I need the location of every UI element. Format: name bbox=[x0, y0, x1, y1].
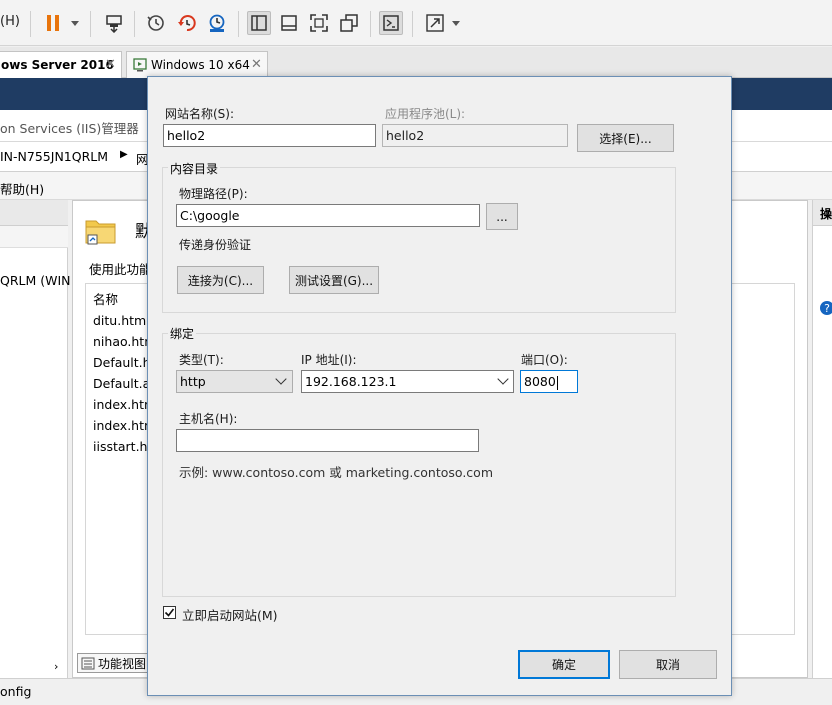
tab-label: ows Server 2016 bbox=[1, 58, 114, 72]
status-text: onfig bbox=[0, 684, 32, 699]
binding-title: 绑定 bbox=[168, 325, 197, 342]
snapshot-icon[interactable] bbox=[145, 12, 167, 34]
connections-toolbar bbox=[0, 226, 68, 248]
folder-icon bbox=[85, 215, 117, 248]
scroll-right-icon[interactable]: › bbox=[54, 660, 58, 673]
toolbar-separator bbox=[134, 11, 135, 37]
chevron-down-icon bbox=[275, 373, 287, 385]
actions-header: 操 bbox=[813, 200, 832, 226]
connect-as-button[interactable]: 连接为(C)... bbox=[177, 266, 264, 294]
full-screen-icon[interactable] bbox=[308, 12, 330, 34]
type-select[interactable]: http bbox=[176, 370, 293, 393]
tab-features-view[interactable]: 功能视图 bbox=[77, 653, 149, 673]
help-icon[interactable]: ? bbox=[819, 300, 832, 319]
close-icon[interactable]: ✕ bbox=[105, 57, 116, 72]
ok-button[interactable]: 确定 bbox=[518, 650, 610, 679]
iis-window-title: on Services (IIS)管理器 bbox=[0, 121, 139, 136]
close-icon[interactable]: ✕ bbox=[251, 57, 262, 72]
vm-icon bbox=[133, 58, 147, 72]
physical-path-input[interactable]: C:\google bbox=[176, 204, 480, 227]
app-pool-label: 应用程序池(L): bbox=[385, 107, 466, 121]
content-directory-title: 内容目录 bbox=[168, 160, 221, 177]
tree-item-server[interactable]: QRLM (WIN bbox=[0, 273, 71, 288]
help-menu[interactable]: 帮助(H) bbox=[0, 179, 44, 198]
type-label: 类型(T): bbox=[179, 353, 224, 367]
breadcrumb-chevron-icon: ▶ bbox=[120, 149, 128, 160]
send-keys-icon[interactable] bbox=[103, 12, 125, 34]
tab-label: Windows 10 x64 bbox=[151, 58, 250, 72]
chevron-down-icon bbox=[497, 373, 509, 385]
snapshot-manager-icon[interactable] bbox=[206, 12, 228, 34]
page-description: 使用此功能 bbox=[89, 262, 152, 277]
start-now-label[interactable]: 立即启动网站(M) bbox=[182, 605, 278, 624]
type-value: http bbox=[180, 374, 206, 389]
check-icon bbox=[164, 608, 175, 617]
unity-icon[interactable] bbox=[338, 12, 360, 34]
features-view-icon bbox=[81, 657, 95, 670]
connections-header bbox=[0, 200, 68, 226]
toolbar-separator bbox=[90, 11, 91, 37]
toolbar-separator bbox=[30, 11, 31, 37]
port-input[interactable]: 8080 bbox=[520, 370, 578, 393]
physical-path-label: 物理路径(P): bbox=[179, 187, 248, 201]
add-website-dialog: 网站名称(S): hello2 应用程序池(L): hello2 选择(E)..… bbox=[147, 76, 732, 696]
breadcrumb-server[interactable]: IN-N755JN1QRLM bbox=[0, 149, 108, 164]
vm-toolbar: (H) bbox=[0, 0, 832, 46]
hostname-example: 示例: www.contoso.com 或 marketing.contoso.… bbox=[179, 465, 493, 480]
ip-address-select[interactable]: 192.168.123.1 bbox=[301, 370, 514, 393]
cancel-button[interactable]: 取消 bbox=[619, 650, 717, 679]
browse-path-button[interactable]: ... bbox=[486, 203, 518, 230]
pass-through-auth-label: 传递身份验证 bbox=[179, 238, 252, 252]
ip-address-value: 192.168.123.1 bbox=[305, 374, 397, 389]
iis-actions-pane: 操 ? bbox=[812, 200, 832, 678]
port-label: 端口(O): bbox=[521, 353, 568, 367]
revert-snapshot-icon[interactable] bbox=[176, 12, 198, 34]
port-value: 8080 bbox=[524, 374, 556, 389]
library-view-icon[interactable] bbox=[247, 11, 271, 35]
svg-text:?: ? bbox=[824, 302, 830, 315]
app-pool-input: hello2 bbox=[382, 124, 568, 147]
stretch-guest-icon[interactable] bbox=[424, 12, 446, 34]
hostname-input[interactable] bbox=[176, 429, 479, 452]
test-settings-button[interactable]: 测试设置(G)... bbox=[289, 266, 379, 294]
text-caret bbox=[556, 375, 558, 390]
site-name-input[interactable]: hello2 bbox=[163, 124, 376, 147]
select-app-pool-button[interactable]: 选择(E)... bbox=[577, 124, 674, 152]
ip-address-label: IP 地址(I): bbox=[301, 353, 357, 367]
hostname-label: 主机名(H): bbox=[179, 412, 238, 426]
toolbar-separator bbox=[238, 11, 239, 37]
tab-windows-10-x64[interactable]: Windows 10 x64 ✕ bbox=[126, 51, 268, 78]
toolbar-separator bbox=[412, 11, 413, 37]
pause-dropdown-icon[interactable] bbox=[71, 21, 79, 26]
console-view-icon[interactable] bbox=[379, 11, 403, 35]
pause-icon[interactable] bbox=[42, 12, 64, 34]
tab-windows-server-2016[interactable]: ows Server 2016 ✕ bbox=[0, 51, 122, 78]
help-menu-fragment[interactable]: (H) bbox=[0, 14, 20, 29]
site-name-label: 网站名称(S): bbox=[165, 107, 235, 121]
list-item[interactable]: ditu.html bbox=[93, 313, 150, 328]
start-now-checkbox[interactable] bbox=[163, 606, 176, 619]
iis-connections-pane: QRLM (WIN › bbox=[0, 200, 71, 678]
list-header-name[interactable]: 名称 bbox=[93, 289, 118, 308]
actions-title: 操 bbox=[820, 207, 832, 221]
thumbnail-bar-icon[interactable] bbox=[278, 12, 300, 34]
vm-tab-bar: ows Server 2016 ✕ Windows 10 x64 ✕ bbox=[0, 47, 832, 78]
tab-label: 功能视图 bbox=[98, 656, 147, 671]
toolbar-separator bbox=[370, 11, 371, 37]
stretch-dropdown-icon[interactable] bbox=[452, 21, 460, 26]
